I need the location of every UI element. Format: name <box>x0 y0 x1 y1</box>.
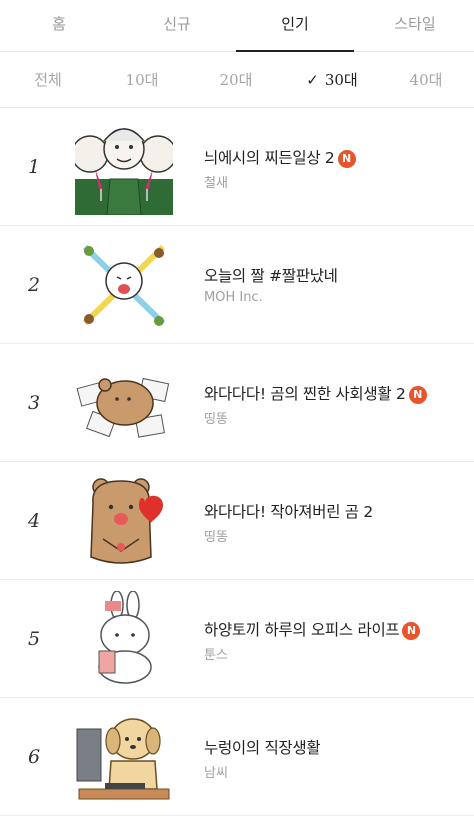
list-item[interactable]: 2 오늘의 짤 #짤판났네 MOH Inc. <box>0 226 474 344</box>
top-nav: 홈 신규 인기 스타일 <box>0 0 474 52</box>
item-title-text: 와다다다! 곰의 찐한 사회생활 2 <box>204 385 406 403</box>
tab-style[interactable]: 스타일 <box>356 0 474 52</box>
item-title: 누렁이의 직장생활 <box>204 736 321 758</box>
list-item[interactable]: 4 와다다다! 작아져버린 곰 2 띵똥 <box>0 462 474 580</box>
list-item[interactable]: 1 늬에시의 찌든일상 2N 철새 <box>0 108 474 226</box>
rank-number: 1 <box>28 156 41 178</box>
bear-with-papers-icon <box>75 355 173 451</box>
item-title-text: 하양토끼 하루의 오피스 라이프 <box>204 621 400 639</box>
tab-popular[interactable]: 인기 <box>236 0 354 52</box>
list-item[interactable]: 6 누렁이의 직장생활 남씨 <box>0 698 474 816</box>
item-info: 누렁이의 직장생활 남씨 <box>204 698 464 816</box>
item-info: 하양토끼 하루의 오피스 라이프 N 툰스 <box>204 580 464 698</box>
filter-40s[interactable]: 40대 <box>378 52 474 108</box>
item-title: 와다다다! 작아져버린 곰 2 <box>204 500 373 522</box>
rank-number: 4 <box>28 510 41 532</box>
age-filter-bar: 전체 10대 20대 ✓ 30대 40대 <box>0 52 474 108</box>
three-men-toasting-icon <box>75 119 173 215</box>
white-rabbit-icon <box>75 591 173 687</box>
item-info: 와다다다! 작아져버린 곰 2 띵똥 <box>204 462 464 580</box>
checkmark-icon: ✓ <box>306 71 319 89</box>
item-title-text: 오늘의 짤 #짤판났네 <box>204 267 338 285</box>
item-author: 남씨 <box>204 766 228 781</box>
item-title: 와다다다! 곰의 찐한 사회생활 2N <box>204 382 427 404</box>
item-info: 오늘의 짤 #짤판났네 MOH Inc. <box>204 226 464 344</box>
item-author: 철새 <box>204 176 228 191</box>
item-title-text: 누렁이의 직장생활 <box>204 739 321 757</box>
filter-20s[interactable]: 20대 <box>188 52 284 108</box>
item-author: 띵똥 <box>204 530 228 545</box>
item-title-text: 늬에시의 찌든일상 2 <box>204 149 335 167</box>
rank-number: 5 <box>28 628 41 650</box>
new-badge: N <box>408 386 427 404</box>
item-title-text: 와다다다! 작아져버린 곰 2 <box>204 503 373 521</box>
item-info: 늬에시의 찌든일상 2N 철새 <box>204 108 464 226</box>
item-info: 와다다다! 곰의 찐한 사회생활 2N 띵똥 <box>204 344 464 462</box>
rank-number: 3 <box>28 392 41 414</box>
filter-all[interactable]: 전체 <box>0 52 96 108</box>
screaming-character-icon <box>75 237 173 333</box>
item-title: 하양토끼 하루의 오피스 라이프 N <box>204 618 421 640</box>
item-author: 띵똥 <box>204 412 228 427</box>
filter-30s-label: 30대 <box>324 71 358 89</box>
item-title: 늬에시의 찌든일상 2N <box>204 146 356 168</box>
tab-new[interactable]: 신규 <box>118 0 236 52</box>
new-badge: N <box>337 150 356 168</box>
list-item[interactable]: 5 하양토끼 하루의 오피스 라이프 N 툰스 <box>0 580 474 698</box>
item-author: 툰스 <box>204 648 228 663</box>
list-item[interactable]: 3 와다다다! 곰의 찐한 사회생활 2N 띵똥 <box>0 344 474 462</box>
filter-10s[interactable]: 10대 <box>94 52 190 108</box>
filter-30s[interactable]: ✓ 30대 <box>284 52 380 108</box>
rank-number: 6 <box>28 746 41 768</box>
dog-at-computer-icon <box>75 709 173 805</box>
item-author: MOH Inc. <box>204 290 263 305</box>
new-badge: N <box>402 622 421 640</box>
bear-holding-heart-icon <box>75 473 173 569</box>
tab-home[interactable]: 홈 <box>0 0 118 52</box>
rank-number: 2 <box>28 274 41 296</box>
item-title: 오늘의 짤 #짤판났네 <box>204 264 338 286</box>
